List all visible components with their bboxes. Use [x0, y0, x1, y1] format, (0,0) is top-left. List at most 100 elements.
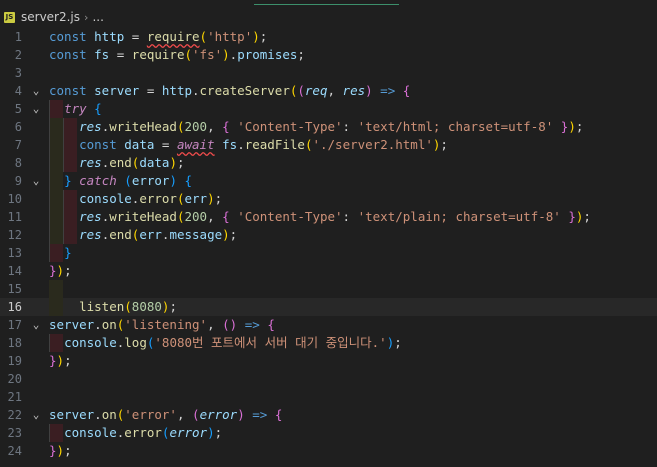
code-token: on — [101, 317, 117, 332]
code-token: () — [222, 317, 238, 332]
code-line[interactable]: 22 ⌄ server.on('error', (error) => { — [0, 406, 657, 424]
code-token: error — [169, 425, 208, 440]
code-token: ) — [207, 191, 215, 206]
code-line[interactable]: 4 ⌄ const server = http.createServer((req,… — [0, 82, 657, 100]
code-line[interactable]: 18 console.log('8080번 포트에서 서버 대기 중입니다.')… — [0, 334, 657, 352]
fold-chevron-icon[interactable]: ⌄ — [30, 172, 42, 190]
indent-highlight — [49, 244, 63, 262]
code-token: ; — [297, 47, 305, 62]
code-token: ) — [237, 407, 245, 422]
code-text: res.writeHead(200, { 'Content-Type': 'te… — [49, 118, 583, 136]
code-token: fs — [222, 137, 238, 152]
code-token: createServer — [199, 83, 290, 98]
breadcrumb-file-name[interactable]: server2.js — [21, 10, 80, 24]
code-token: ( — [124, 299, 132, 314]
code-token: res — [79, 209, 102, 224]
code-token: err — [184, 191, 208, 206]
code-line[interactable]: 7 const data = await fs.readFile('./serv… — [0, 136, 657, 154]
line-number: 15 — [7, 282, 22, 296]
code-token: ; — [394, 335, 402, 350]
code-line[interactable]: 10 console.error(err); — [0, 190, 657, 208]
code-line[interactable]: 12 res.end(err.message); — [0, 226, 657, 244]
code-token: log — [124, 335, 147, 350]
code-line[interactable]: 19}); — [0, 352, 657, 370]
code-token: ; — [440, 137, 448, 152]
code-token: ( — [192, 407, 200, 422]
code-token: ; — [229, 227, 238, 242]
code-token: ) — [252, 29, 260, 44]
fold-chevron-icon[interactable]: ⌄ — [30, 406, 42, 424]
fold-chevron-icon[interactable]: ⌄ — [30, 316, 42, 334]
code-token: writeHead — [109, 119, 177, 134]
code-token: 200 — [184, 119, 208, 134]
code-line[interactable]: 5 ⌄ try { — [0, 100, 657, 118]
line-number: 24 — [7, 444, 22, 458]
code-token: 'http' — [207, 29, 253, 44]
code-line[interactable]: 20 — [0, 370, 657, 388]
code-text: res.end(err.message); — [49, 226, 237, 244]
code-line[interactable]: 14}); — [0, 262, 657, 280]
code-token: ) — [222, 47, 230, 62]
code-token: } — [560, 209, 576, 224]
code-line[interactable]: 13 } — [0, 244, 657, 262]
code-token: ) — [56, 443, 65, 458]
code-line[interactable]: 2 const fs = require('fs').promises; — [0, 46, 657, 64]
line-number: 10 — [7, 192, 22, 206]
code-token: , — [207, 317, 223, 332]
code-text: const fs = require('fs').promises; — [49, 46, 305, 64]
code-line[interactable]: 8 res.end(data); — [0, 154, 657, 172]
code-token: res — [342, 83, 366, 98]
code-token: = — [139, 83, 162, 98]
line-number: 19 — [7, 354, 22, 368]
code-token: 'error' — [124, 407, 177, 422]
code-token: error — [139, 191, 177, 206]
code-token: http — [161, 83, 192, 98]
code-line[interactable]: 6 res.writeHead(200, { 'Content-Type': '… — [0, 118, 657, 136]
code-token: = — [109, 47, 132, 62]
code-line[interactable]: 23 console.error(error); — [0, 424, 657, 442]
code-token: 'text/html; charset=utf-8' — [357, 119, 554, 134]
fold-chevron-icon[interactable]: ⌄ — [30, 82, 42, 100]
fold-chevron-icon[interactable]: ⌄ — [30, 100, 42, 118]
code-token: await — [176, 137, 215, 152]
code-line[interactable]: 21 — [0, 388, 657, 406]
indent-highlight — [49, 280, 63, 316]
code-line[interactable]: 16 listen(8080); — [0, 298, 657, 316]
code-token: './server2.html' — [312, 137, 433, 152]
code-token: = — [124, 29, 147, 44]
indent-highlight — [49, 100, 63, 118]
code-token: . — [237, 137, 245, 152]
code-token: ; — [169, 299, 177, 314]
code-line[interactable]: 3 — [0, 64, 657, 82]
code-line[interactable]: 15 — [0, 280, 657, 298]
code-token: 'text/plain; charset=utf-8' — [357, 209, 561, 224]
breadcrumb[interactable]: JS server2.js › ... — [4, 8, 104, 26]
line-number: 2 — [14, 48, 22, 62]
code-token: const — [49, 29, 95, 44]
line-number: 16 — [7, 300, 22, 314]
code-line[interactable]: 1 const http = require('http'); — [0, 28, 657, 46]
line-number: 23 — [7, 426, 22, 440]
code-token: { — [222, 209, 238, 224]
code-token: ; — [176, 155, 185, 170]
code-editor[interactable]: 24}); 23 console.error(error); 22 ⌄ server.o… — [0, 28, 657, 467]
code-token: ) — [207, 425, 215, 440]
code-token: console — [64, 335, 117, 350]
code-token: data — [139, 155, 170, 170]
code-line[interactable]: 9 ⌄ } catch (error) { — [0, 172, 657, 190]
code-line[interactable]: 17 ⌄ server.on('listening', () => { — [0, 316, 657, 334]
code-token: 'fs' — [192, 47, 223, 62]
code-token: ) — [169, 155, 177, 170]
code-token: , — [176, 407, 193, 422]
line-number: 9 — [14, 174, 22, 188]
code-token: . — [94, 407, 102, 422]
code-token: error — [131, 173, 170, 188]
code-line[interactable]: 24}); — [0, 442, 657, 460]
breadcrumb-ellipsis[interactable]: ... — [92, 10, 103, 24]
code-text: console.log('8080번 포트에서 서버 대기 중입니다.'); — [49, 334, 402, 352]
code-token: => — [237, 317, 268, 332]
code-line[interactable]: 11 res.writeHead(200, { 'Content-Type': … — [0, 208, 657, 226]
code-token: ) — [365, 83, 373, 98]
